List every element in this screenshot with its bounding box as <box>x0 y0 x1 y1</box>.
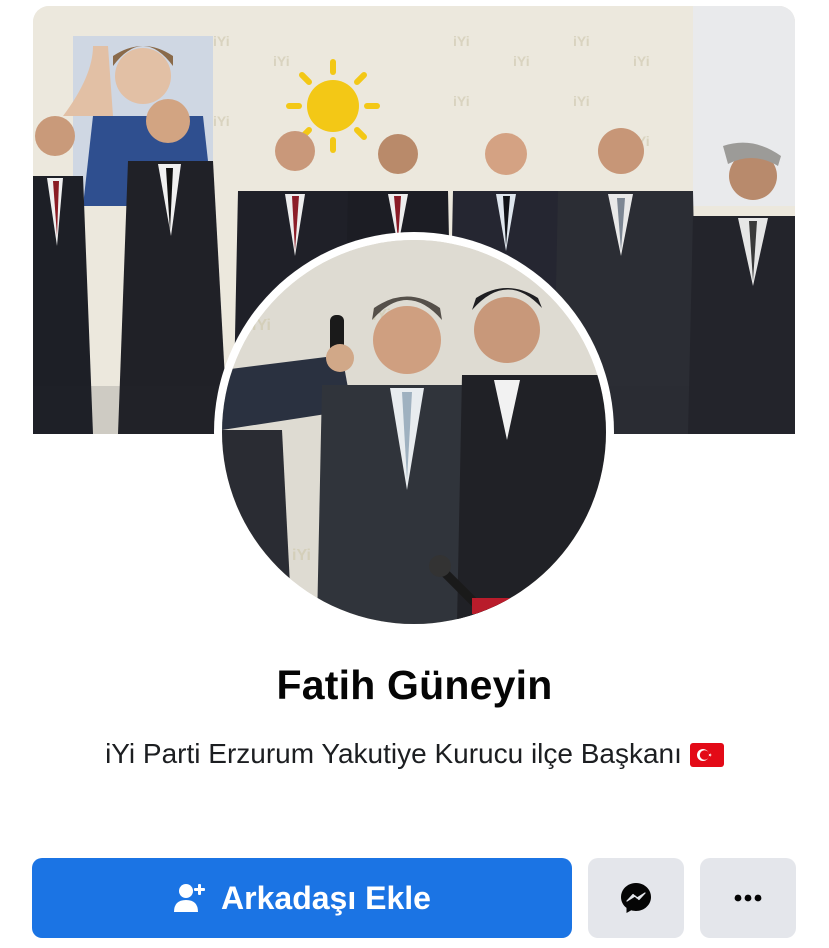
profile-name: Fatih Güneyin <box>276 662 553 708</box>
add-friend-label: Arkadaşı Ekle <box>221 879 431 916</box>
more-dots-icon <box>734 894 762 902</box>
svg-text:iYi: iYi <box>573 93 590 109</box>
profile-bio-text: iYi Parti Erzurum Yakutiye Kurucu ilçe B… <box>105 738 682 769</box>
more-options-button[interactable] <box>700 858 796 938</box>
message-button[interactable] <box>588 858 684 938</box>
svg-text:iYi: iYi <box>633 53 650 69</box>
turkey-flag-icon <box>689 743 724 767</box>
svg-text:iYi: iYi <box>292 547 311 564</box>
add-friend-button[interactable]: Arkadaşı Ekle <box>32 858 572 938</box>
svg-text:iYi: iYi <box>513 53 530 69</box>
svg-text:iYi: iYi <box>573 33 590 49</box>
svg-text:iYi: iYi <box>273 53 290 69</box>
messenger-icon <box>621 883 651 913</box>
svg-text:iYi: iYi <box>252 317 271 334</box>
svg-text:iYi: iYi <box>213 113 230 129</box>
svg-text:iYi: iYi <box>213 33 230 49</box>
profile-photo-image: iYi iYi iYi <box>222 240 606 624</box>
svg-text:iYi: iYi <box>453 93 470 109</box>
add-friend-icon <box>174 884 206 912</box>
profile-bio: iYi Parti Erzurum Yakutiye Kurucu ilçe B… <box>0 738 829 770</box>
svg-text:iYi: iYi <box>453 33 470 49</box>
profile-picture[interactable]: iYi iYi iYi <box>214 232 614 632</box>
